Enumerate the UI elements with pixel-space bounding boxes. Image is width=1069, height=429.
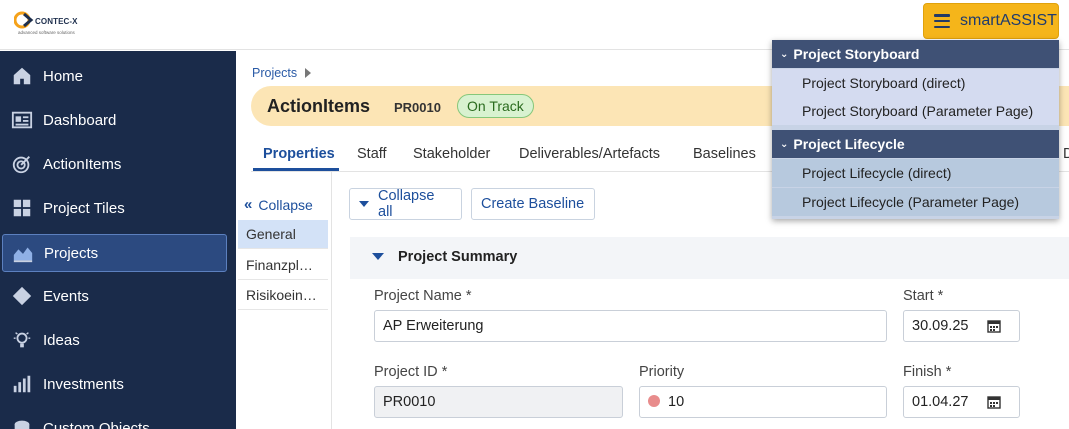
- project-summary-header[interactable]: Project Summary: [350, 237, 1069, 279]
- priority-dot-icon: [648, 395, 660, 407]
- menu-item-storyboard-direct[interactable]: Project Storyboard (direct): [772, 69, 1059, 97]
- sidebar-item-home[interactable]: Home: [2, 57, 227, 95]
- sidebar-item-label: Home: [43, 67, 84, 85]
- project-name-input[interactable]: AP Erweiterung: [374, 310, 887, 342]
- menu-item-storyboard-parameter-page[interactable]: Project Storyboard (Parameter Page): [772, 97, 1059, 125]
- menu-group-project-lifecycle[interactable]: ⌄ Project Lifecycle: [772, 130, 1059, 158]
- tiles-icon: [10, 196, 34, 220]
- sidebar-item-label: Project Tiles: [43, 199, 125, 217]
- required-marker: *: [937, 288, 944, 304]
- tab-properties[interactable]: Properties: [263, 146, 335, 162]
- logo[interactable]: CONTEC-X advanced software solutions: [14, 10, 94, 40]
- menu-group-title: Project Storyboard: [793, 46, 920, 62]
- sidebar: Home Dashboard ActionItems Project Tiles…: [0, 51, 236, 429]
- tab-deliverables[interactable]: Deliverables/Artefacts: [519, 146, 660, 162]
- sidebar-item-label: Dashboard: [43, 111, 117, 129]
- logo-tagline: advanced software solutions: [18, 30, 75, 35]
- required-marker: *: [945, 364, 952, 380]
- section-title: Project Summary: [398, 249, 518, 265]
- calendar-icon[interactable]: [987, 319, 1001, 333]
- caret-down-icon: [372, 253, 384, 260]
- sidebar-item-label: Ideas: [43, 331, 80, 349]
- home-icon: [10, 64, 34, 88]
- breadcrumb-projects-link[interactable]: Projects: [252, 66, 297, 80]
- priority-input[interactable]: 10: [639, 386, 887, 418]
- required-marker: *: [441, 364, 448, 380]
- sidebar-item-label: ActionItems: [43, 155, 122, 173]
- subnav-item-general[interactable]: General: [238, 220, 328, 249]
- subnav-item-risikoeinschaetzung[interactable]: Risikoein…: [238, 281, 328, 310]
- finish-date-input[interactable]: 01.04.27: [903, 386, 1020, 418]
- sidebar-item-events[interactable]: Events: [2, 277, 227, 315]
- sidebar-item-custom-objects[interactable]: Custom Objects: [2, 409, 227, 429]
- start-label: Start *: [903, 288, 944, 304]
- start-date-input[interactable]: 30.09.25: [903, 310, 1020, 342]
- diamond-icon: [10, 284, 34, 308]
- collapse-label: Collapse: [258, 196, 313, 213]
- bar-chart-icon: [10, 372, 34, 396]
- finish-date-value: 01.04.27: [912, 394, 969, 410]
- collapse-all-label: Collapse all: [378, 188, 435, 220]
- tab-stakeholder[interactable]: Stakeholder: [413, 146, 490, 162]
- menu-item-lifecycle-direct[interactable]: Project Lifecycle (direct): [772, 159, 1059, 187]
- hamburger-icon: [934, 14, 950, 28]
- section-subnav: « Collapse General Finanzpl… Risikoein…: [236, 172, 332, 429]
- sidebar-item-actionitems[interactable]: ActionItems: [2, 145, 227, 183]
- finish-label: Finish *: [903, 364, 952, 380]
- project-id-field: PR0010: [374, 386, 623, 418]
- page-title: ActionItems: [267, 96, 371, 116]
- contec-logo-icon: [14, 11, 34, 29]
- breadcrumb-arrow-icon: [305, 68, 312, 78]
- caret-down-icon: [359, 201, 369, 207]
- status-badge: On Track: [457, 94, 534, 118]
- subnav-item-finanzplan[interactable]: Finanzpl…: [238, 251, 328, 280]
- menu-group-project-storyboard[interactable]: ⌄ Project Storyboard: [772, 40, 1059, 68]
- priority-label: Priority: [639, 364, 685, 380]
- create-baseline-button[interactable]: Create Baseline: [471, 188, 595, 220]
- logo-text: CONTEC-X: [35, 17, 78, 26]
- sidebar-item-projects[interactable]: Projects: [2, 234, 227, 272]
- calendar-icon[interactable]: [987, 395, 1001, 409]
- sidebar-item-label: Custom Objects: [43, 419, 150, 429]
- required-marker: *: [465, 288, 472, 304]
- project-id-label: Project ID *: [374, 364, 448, 380]
- menu-item-lifecycle-parameter-page[interactable]: Project Lifecycle (Parameter Page): [772, 188, 1059, 216]
- project-code: PR0010: [394, 100, 441, 115]
- target-icon: [10, 152, 34, 176]
- chart-area-icon: [11, 241, 35, 265]
- start-date-value: 30.09.25: [912, 318, 969, 334]
- sidebar-item-label: Events: [43, 287, 89, 305]
- active-tab-indicator: [253, 168, 339, 171]
- menu-group-title: Project Lifecycle: [793, 136, 905, 152]
- smartassist-button[interactable]: smartASSIST: [923, 3, 1059, 39]
- custom-objects-icon: [10, 416, 34, 429]
- sidebar-item-label: Investments: [43, 375, 124, 393]
- smartassist-dropdown-menu: ⌄ Project Storyboard Project Storyboard …: [772, 40, 1059, 219]
- collapse-subnav-button[interactable]: « Collapse: [244, 196, 313, 213]
- double-chevron-left-icon: «: [244, 196, 253, 213]
- project-name-label: Project Name *: [374, 288, 472, 304]
- breadcrumb: Projects: [252, 66, 312, 80]
- sidebar-item-ideas[interactable]: Ideas: [2, 321, 227, 359]
- dashboard-icon: [10, 108, 34, 132]
- sidebar-item-investments[interactable]: Investments: [2, 365, 227, 403]
- sidebar-item-project-tiles[interactable]: Project Tiles: [2, 189, 227, 227]
- lightbulb-icon: [10, 328, 34, 352]
- priority-value: 10: [668, 394, 685, 410]
- tab-staff[interactable]: Staff: [357, 146, 387, 162]
- tab-overflow[interactable]: D: [1063, 146, 1069, 162]
- smartassist-label: smartASSIST: [960, 12, 1057, 29]
- chevron-down-icon: ⌄: [780, 138, 789, 150]
- tab-baselines[interactable]: Baselines: [693, 146, 756, 162]
- sidebar-item-label: Projects: [44, 244, 99, 262]
- chevron-down-icon: ⌄: [780, 48, 789, 60]
- collapse-all-button[interactable]: Collapse all: [349, 188, 462, 220]
- sidebar-item-dashboard[interactable]: Dashboard: [2, 101, 227, 139]
